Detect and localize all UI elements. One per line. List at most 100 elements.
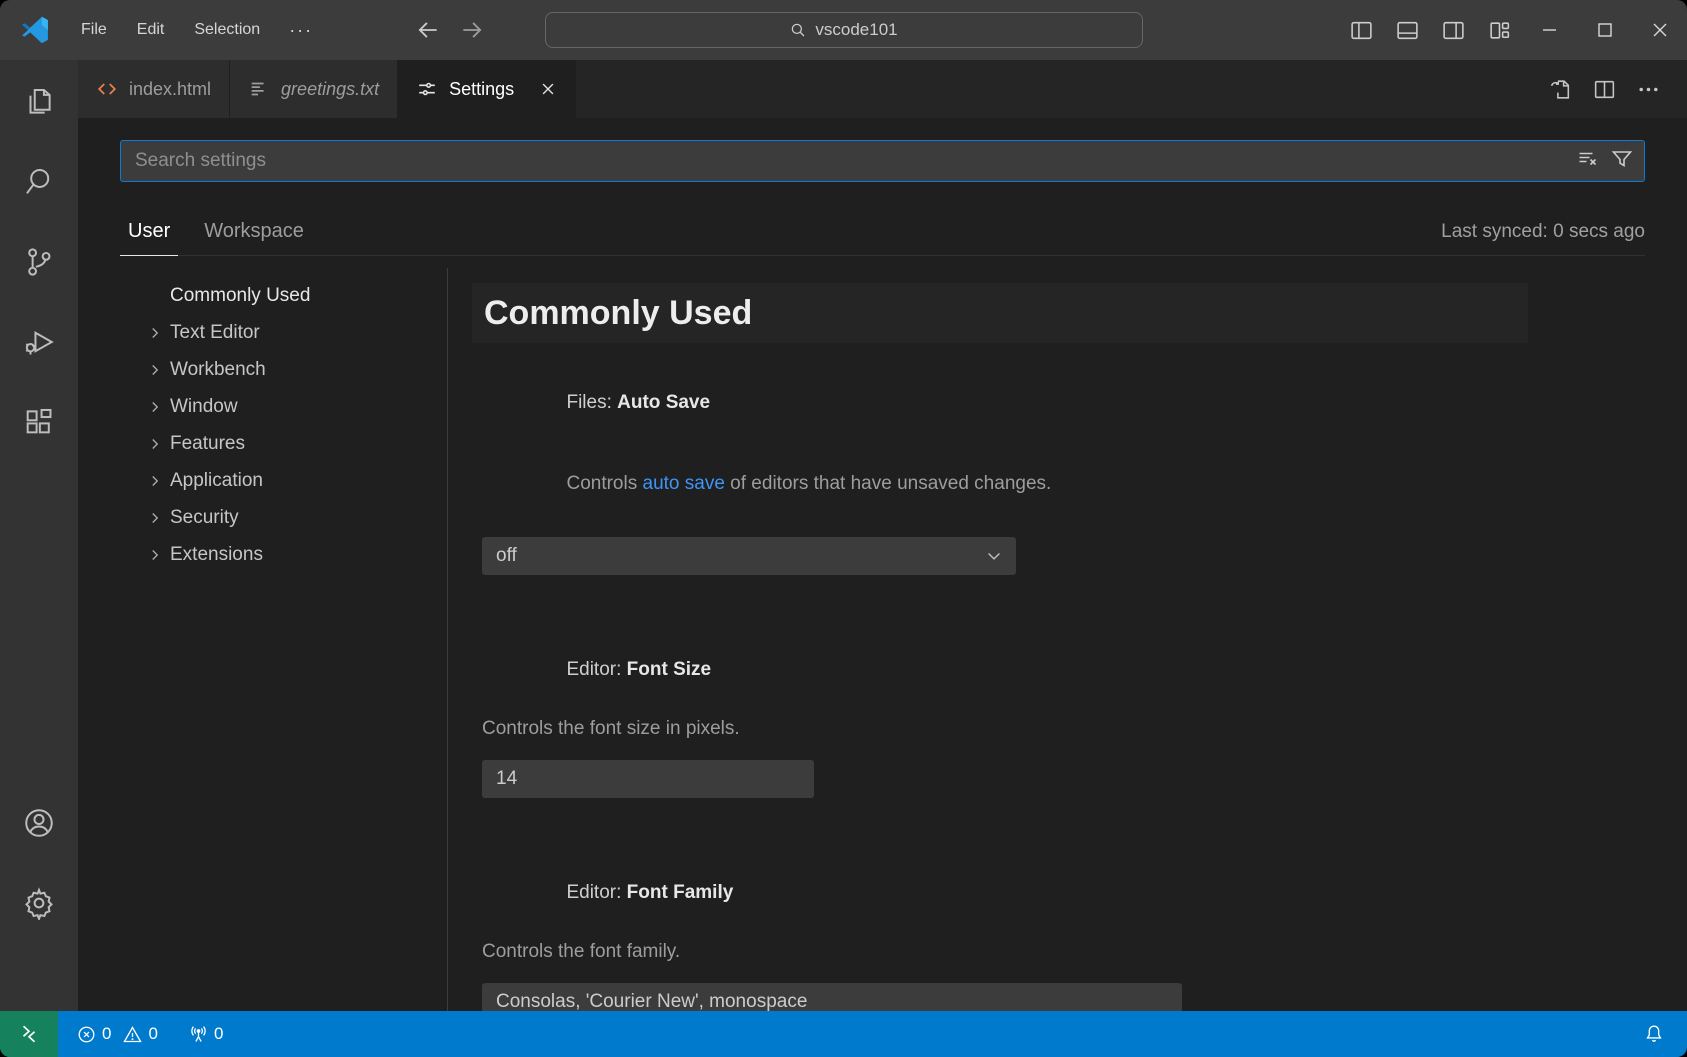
setting-name: Font Size — [627, 659, 711, 680]
setting-category: Editor: — [566, 659, 626, 680]
setting-category: Editor: — [566, 882, 626, 903]
error-icon — [76, 1024, 97, 1045]
gear-icon[interactable] — [0, 865, 78, 941]
select-value: off — [496, 545, 517, 567]
open-settings-json-button[interactable] — [1545, 74, 1575, 104]
minimize-button[interactable] — [1522, 0, 1577, 60]
layout-panel-icon — [1395, 18, 1420, 43]
desc-text: Controls — [566, 473, 642, 494]
command-center[interactable]: vscode101 — [545, 12, 1143, 48]
setting-files-auto-save: Files: Auto Save Controls auto save of e… — [472, 370, 1528, 575]
setting-description: Controls auto save of editors that have … — [482, 451, 1528, 517]
run-debug-icon[interactable] — [0, 304, 78, 380]
setting-title: Editor: Font Size — [482, 637, 1528, 703]
search-icon — [789, 21, 807, 39]
toc-label: Features — [170, 433, 245, 455]
toc-item-extensions[interactable]: Extensions — [78, 536, 447, 573]
desc-text: of editors that have unsaved changes. — [725, 473, 1051, 494]
account-icon[interactable] — [0, 785, 78, 861]
tab-label: Settings — [449, 79, 514, 100]
settings-content: Commonly Used Files: Auto Save Controls … — [472, 268, 1528, 1011]
toc-label: Commonly Used — [170, 285, 310, 307]
chevron-right-icon — [146, 324, 164, 342]
chevron-right-icon — [146, 398, 164, 416]
scope-tab-workspace[interactable]: Workspace — [196, 220, 312, 255]
tab-close-icon[interactable] — [539, 80, 557, 98]
maximize-button[interactable] — [1577, 0, 1632, 60]
warning-icon — [122, 1024, 143, 1045]
remote-indicator[interactable] — [0, 1011, 58, 1057]
menu-file[interactable]: File — [66, 15, 122, 45]
menu-more[interactable]: ··· — [275, 14, 327, 47]
close-window-button[interactable] — [1632, 0, 1687, 60]
split-editor-button[interactable] — [1589, 74, 1619, 104]
settings-search-input[interactable] — [135, 150, 1576, 172]
toc-label: Security — [170, 507, 239, 529]
back-icon[interactable] — [415, 17, 441, 43]
tab-bar: index.html greetings.txt Settings — [78, 60, 1687, 118]
search-view-icon[interactable] — [0, 144, 78, 220]
vscode-window: File Edit Selection ··· vscode101 — [0, 0, 1687, 1057]
ports-count: 0 — [214, 1024, 223, 1044]
tab-index-html[interactable]: index.html — [78, 60, 230, 118]
customize-layout-icon — [1487, 18, 1512, 43]
toggle-primary-sidebar-button[interactable] — [1338, 0, 1384, 60]
vscode-logo-icon — [20, 15, 50, 45]
font-size-input[interactable] — [482, 760, 814, 798]
setting-editor-font-size: Editor: Font Size Controls the font size… — [472, 637, 1528, 798]
setting-description: Controls the font family. — [482, 941, 1528, 963]
auto-save-link[interactable]: auto save — [643, 473, 725, 494]
scope-tab-user[interactable]: User — [120, 220, 178, 256]
source-control-icon[interactable] — [0, 224, 78, 300]
notifications-bell[interactable] — [1635, 1011, 1673, 1057]
toc-item-workbench[interactable]: Workbench — [78, 351, 447, 388]
toc-item-features[interactable]: Features — [78, 425, 447, 462]
chevron-right-icon — [146, 361, 164, 379]
bell-icon — [1643, 1023, 1665, 1045]
ports-status[interactable]: 0 — [180, 1011, 231, 1057]
toc-item-security[interactable]: Security — [78, 499, 447, 536]
chevron-right-icon — [146, 472, 164, 490]
explorer-icon[interactable] — [0, 64, 78, 140]
menu-selection[interactable]: Selection — [179, 15, 275, 45]
toc-label: Application — [170, 470, 263, 492]
setting-category: Files: — [566, 392, 617, 413]
filter-icon[interactable] — [1610, 147, 1634, 176]
font-family-input[interactable] — [482, 983, 1182, 1011]
toggle-panel-button[interactable] — [1384, 0, 1430, 60]
remote-icon — [18, 1023, 40, 1045]
more-actions-button[interactable] — [1633, 74, 1663, 104]
activity-bar — [0, 60, 78, 1011]
toc-item-window[interactable]: Window — [78, 388, 447, 425]
settings-sliders-icon — [416, 78, 438, 100]
toc-item-commonly-used[interactable]: Commonly Used — [78, 277, 447, 314]
minimize-icon — [1538, 18, 1562, 42]
open-settings-json-icon — [1548, 77, 1573, 102]
extensions-view-icon[interactable] — [0, 384, 78, 460]
clear-search-icon[interactable] — [1576, 147, 1600, 176]
toc-item-text-editor[interactable]: Text Editor — [78, 314, 447, 351]
chevron-down-icon — [984, 546, 1004, 566]
toggle-secondary-sidebar-button[interactable] — [1430, 0, 1476, 60]
status-bar: 0 0 0 — [0, 1011, 1687, 1057]
layout-sidebar-right-icon — [1441, 18, 1466, 43]
html-file-icon — [96, 78, 118, 100]
chevron-right-icon — [146, 509, 164, 527]
settings-group-heading: Commonly Used — [472, 283, 1528, 343]
settings-toc: Commonly Used Text Editor Workbench — [78, 268, 448, 1011]
forward-icon[interactable] — [459, 17, 485, 43]
command-center-value: vscode101 — [815, 20, 897, 40]
customize-layout-button[interactable] — [1476, 0, 1522, 60]
tab-greetings-txt[interactable]: greetings.txt — [230, 60, 398, 118]
tab-settings[interactable]: Settings — [398, 60, 576, 118]
setting-description: Controls the font size in pixels. — [482, 718, 1528, 740]
chevron-right-icon — [146, 435, 164, 453]
setting-title: Editor: Font Family — [482, 860, 1528, 926]
toc-item-application[interactable]: Application — [78, 462, 447, 499]
menu-edit[interactable]: Edit — [122, 15, 180, 45]
problems-status[interactable]: 0 0 — [68, 1011, 166, 1057]
auto-save-select[interactable]: off — [482, 537, 1016, 575]
tab-label: greetings.txt — [281, 79, 379, 100]
toc-label: Text Editor — [170, 322, 260, 344]
setting-title: Files: Auto Save — [482, 370, 1528, 436]
